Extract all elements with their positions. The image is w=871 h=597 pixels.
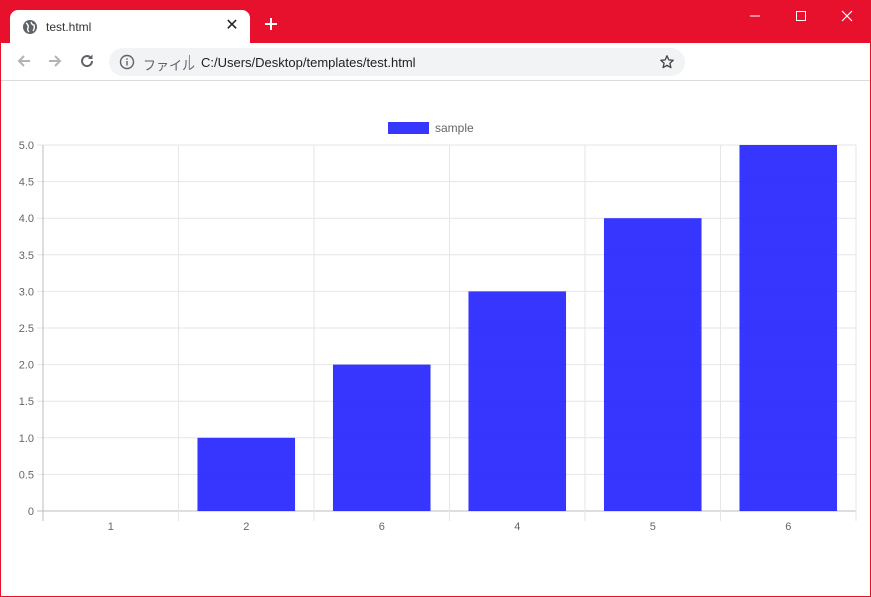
browser-window: test.html ✕ ファイル C:/Users/Desktop/templa… xyxy=(0,0,871,597)
y-tick-label: 0 xyxy=(28,506,34,518)
forward-arrow-icon[interactable] xyxy=(45,51,65,71)
y-tick-label: 4.5 xyxy=(19,177,34,189)
bar-chart: 0 0.5 1.0 1.5 2.0 2.5 3.0 3.5 4.0 4.5 5.0 1 2 6 4 5 6 sam… xyxy=(19,121,857,533)
y-tick-label: 0.5 xyxy=(19,469,34,481)
bar[interactable] xyxy=(739,145,838,511)
minimize-icon[interactable] xyxy=(732,1,778,31)
tab-title: test.html xyxy=(46,20,92,34)
legend-label[interactable]: sample xyxy=(435,121,474,135)
bar[interactable] xyxy=(332,364,431,511)
x-tick-label: 2 xyxy=(243,521,249,533)
x-tick-label: 4 xyxy=(514,521,520,533)
title-bar: test.html ✕ xyxy=(1,1,870,43)
url-text[interactable]: C:/Users/Desktop/templates/test.html xyxy=(201,55,416,70)
x-tick-label: 5 xyxy=(650,521,656,533)
y-tick-label: 4.0 xyxy=(19,213,34,225)
reload-icon[interactable] xyxy=(77,51,97,71)
y-tick-label: 3.5 xyxy=(19,250,34,262)
x-tick-label: 1 xyxy=(108,521,114,533)
y-tick-label: 5.0 xyxy=(19,140,34,152)
y-tick-label: 2.0 xyxy=(19,360,34,372)
bar[interactable] xyxy=(468,291,567,511)
back-arrow-icon[interactable] xyxy=(14,51,34,71)
bar[interactable] xyxy=(197,437,296,511)
scheme-label: ファイル xyxy=(143,58,196,73)
x-tick-label: 6 xyxy=(785,521,791,533)
toolbar: ファイル C:/Users/Desktop/templates/test.htm… xyxy=(1,43,870,81)
y-tick-label: 1.5 xyxy=(19,396,34,408)
maximize-icon[interactable] xyxy=(778,1,824,31)
y-tick-label: 1.0 xyxy=(19,433,34,445)
page-content: 0 0.5 1.0 1.5 2.0 2.5 3.0 3.5 4.0 4.5 5.0 1 2 6 4 5 6 sam… xyxy=(1,81,870,596)
x-tick-label: 6 xyxy=(379,521,385,533)
legend-swatch[interactable] xyxy=(388,122,429,134)
y-tick-label: 3.0 xyxy=(19,286,34,298)
browser-tab[interactable]: test.html ✕ xyxy=(10,10,250,43)
globe-icon xyxy=(23,20,37,34)
bar[interactable] xyxy=(603,218,702,511)
plus-icon[interactable] xyxy=(262,15,280,33)
address-bar[interactable]: ファイル C:/Users/Desktop/templates/test.htm… xyxy=(109,48,685,76)
close-icon[interactable] xyxy=(824,1,870,31)
info-icon[interactable] xyxy=(119,54,135,70)
bookmark-star-icon[interactable] xyxy=(659,54,675,70)
omnibox-divider xyxy=(189,55,190,70)
y-tick-label: 2.5 xyxy=(19,323,34,335)
tab-close-icon[interactable]: ✕ xyxy=(224,18,240,34)
